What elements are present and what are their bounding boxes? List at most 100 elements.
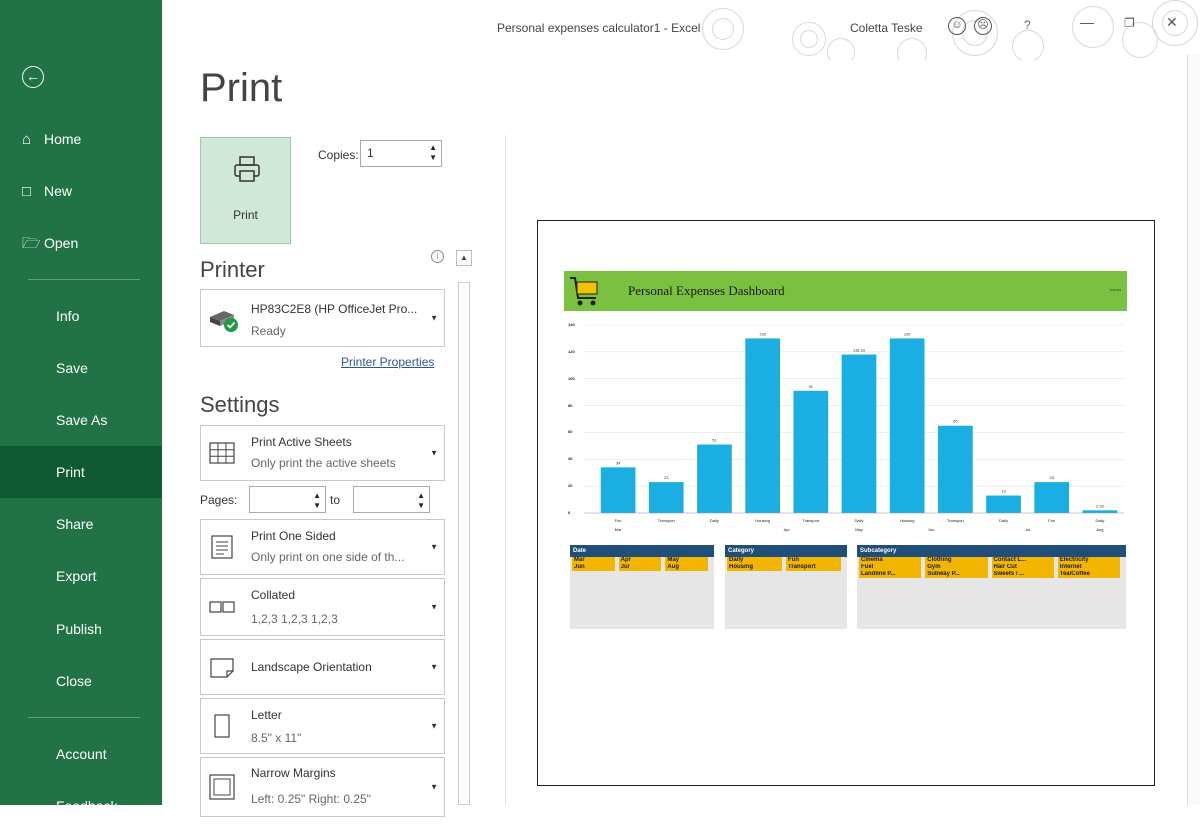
x-tick-label: Daily — [1095, 518, 1104, 523]
slicer-item[interactable]: Apr — [618, 557, 662, 564]
close-window-icon[interactable]: ✕ — [1166, 14, 1178, 31]
slicer-item[interactable]: Fun — [786, 557, 841, 564]
paper-size-dropdown[interactable]: Letter 8.5" x 11" ▼ — [200, 698, 445, 754]
sidebar-item-print[interactable]: Print — [0, 446, 162, 498]
pages-from-input[interactable]: ▲ ▼ — [249, 486, 326, 513]
slicer-item[interactable]: Aug — [665, 564, 709, 571]
scroll-thumb[interactable] — [458, 282, 470, 805]
x-group-label: Jul — [1025, 527, 1030, 532]
slicer-item[interactable]: Housing — [727, 564, 782, 571]
scroll-up-icon[interactable]: ▲ — [456, 250, 472, 266]
x-group-label: Apr — [784, 527, 791, 532]
print-preview-page: Personal Expenses Dashboard •••••••• 140… — [537, 220, 1155, 786]
sidebar-item-save-as[interactable]: Save As — [0, 394, 162, 446]
sidebar-item-save[interactable]: Save — [0, 342, 162, 394]
chart-bar — [938, 425, 973, 513]
slicer-item[interactable]: Internet — [1057, 564, 1120, 571]
spin-arrows-icon[interactable]: ▲ ▼ — [313, 491, 321, 511]
frown-icon[interactable]: ☹ — [974, 17, 992, 35]
sidebar-item-close[interactable]: Close — [0, 655, 162, 707]
sidebar-item-export[interactable]: Export — [0, 550, 162, 602]
info-icon[interactable]: i — [431, 250, 444, 263]
decor-circle — [897, 38, 927, 60]
sidebar-item-info[interactable]: Info — [0, 290, 162, 342]
title-bar: Personal expenses calculator1 - Excel Co… — [162, 0, 1200, 60]
print-button[interactable]: Print — [200, 137, 291, 244]
chart-bar — [889, 338, 925, 513]
slicer-item[interactable]: Jun — [572, 564, 615, 571]
chart-bar — [986, 495, 1021, 513]
spin-arrows-icon[interactable]: ▲ ▼ — [429, 143, 437, 163]
printer-dropdown[interactable]: HP83C2E8 (HP OfficeJet Pro... Ready ▼ — [200, 289, 445, 347]
backstage-sidebar: ← ⌂ Home □ New 🗁 Open Info Save Save As Pri… — [0, 0, 162, 814]
sides-sub: Only print on one side of th... — [251, 550, 405, 564]
sidebar-item-new[interactable]: □ New — [0, 165, 162, 217]
smile-icon[interactable]: ☺ — [948, 17, 966, 35]
slicer-category[interactable]: Category Daily Fun Housing Transport — [725, 545, 847, 629]
sidebar-item-account[interactable]: Account — [0, 728, 162, 780]
slicer-item[interactable]: Electricity — [1057, 557, 1120, 564]
settings-heading: Settings — [200, 392, 280, 417]
spin-arrows-icon[interactable]: ▲ ▼ — [417, 491, 425, 511]
sidebar-item-label: Open — [44, 235, 79, 251]
printer-name: HP83C2E8 (HP OfficeJet Pro... — [251, 302, 418, 316]
x-group-label: Jun — [928, 527, 934, 532]
restore-icon[interactable]: ❐ — [1124, 16, 1135, 30]
slicer-item[interactable]: Fuel — [859, 564, 922, 571]
sides-dropdown[interactable]: Print One Sided Only print on one side o… — [200, 519, 445, 575]
slicer-item[interactable]: Mar — [572, 557, 615, 564]
slicer-item[interactable]: Subway P... — [925, 571, 988, 578]
data-label: 118.33 — [853, 348, 866, 353]
x-tick-label: Daily — [855, 518, 864, 523]
slicer-item[interactable]: May — [665, 557, 709, 564]
slicer-item[interactable]: Cinema — [859, 557, 922, 564]
folder-icon: 🗁 — [22, 235, 41, 252]
sidebar-item-feedback[interactable]: Feedback — [0, 780, 162, 832]
collation-dropdown[interactable]: Collated 1,2,3 1,2,3 1,2,3 ▼ — [200, 578, 445, 636]
margins-dropdown[interactable]: Narrow Margins Left: 0.25" Right: 0.25" … — [200, 757, 445, 817]
orientation-title: Landscape Orientation — [251, 660, 372, 674]
slicer-item[interactable]: Tea/Coffee — [1057, 571, 1120, 578]
slicer-item[interactable]: Sweets / ... — [991, 571, 1054, 578]
chart-bar — [841, 354, 877, 513]
landscape-page-icon — [210, 658, 234, 678]
sidebar-item-share[interactable]: Share — [0, 498, 162, 550]
user-name[interactable]: Coletta Teske — [850, 21, 923, 35]
slicer-date[interactable]: Date Mar Apr May Jun Jul Aug — [570, 545, 714, 629]
slicer-item[interactable]: Hair Cut — [991, 564, 1054, 571]
print-what-dropdown[interactable]: Print Active Sheets Only print the activ… — [200, 425, 445, 481]
sidebar-item-open[interactable]: 🗁 Open — [0, 217, 162, 269]
data-label: 130 — [759, 331, 766, 336]
sidebar-item-home[interactable]: ⌂ Home — [0, 113, 162, 165]
slicer-subcategory[interactable]: Subcategory Cinema Clothing Contact L...… — [857, 545, 1126, 629]
slicer-item[interactable]: Landline P... — [859, 571, 922, 578]
paper-icon — [214, 714, 230, 738]
orientation-dropdown[interactable]: Landscape Orientation ▼ — [200, 639, 445, 695]
pages-label: Pages: — [200, 493, 238, 507]
chart-bar — [1034, 482, 1070, 513]
sidebar-item-publish[interactable]: Publish — [0, 603, 162, 655]
preview-scrollbar[interactable] — [1187, 55, 1200, 805]
slicer-item[interactable]: Jul — [618, 564, 662, 571]
chart-bar — [648, 482, 684, 513]
slicer-item[interactable]: Contact L... — [991, 557, 1054, 564]
settings-scrollbar[interactable]: ▲ — [456, 250, 472, 805]
x-tick-label: Housing — [755, 518, 770, 523]
slicer-item[interactable]: Gym — [925, 564, 988, 571]
sidebar-item-label: New — [44, 183, 73, 199]
x-tick-label: Daily — [999, 518, 1008, 523]
printer-properties-link[interactable]: Printer Properties — [341, 355, 434, 369]
help-icon[interactable]: ? — [1024, 18, 1031, 32]
copies-stepper[interactable]: 1 ▲ ▼ — [360, 140, 442, 167]
slicer-item[interactable]: Clothing — [925, 557, 988, 564]
slicer-item[interactable]: Daily — [727, 557, 782, 564]
pages-to-input[interactable]: ▲ ▼ — [353, 486, 430, 513]
panel-divider — [505, 135, 506, 805]
slicer-item[interactable]: Transport — [786, 564, 841, 571]
chevron-down-icon: ▼ — [430, 721, 438, 731]
back-arrow-icon[interactable]: ← — [22, 66, 44, 88]
sides-title: Print One Sided — [251, 529, 336, 543]
chevron-down-icon: ▼ — [430, 313, 438, 323]
minimize-icon[interactable]: — — [1080, 14, 1094, 30]
decor-circle — [827, 38, 855, 60]
